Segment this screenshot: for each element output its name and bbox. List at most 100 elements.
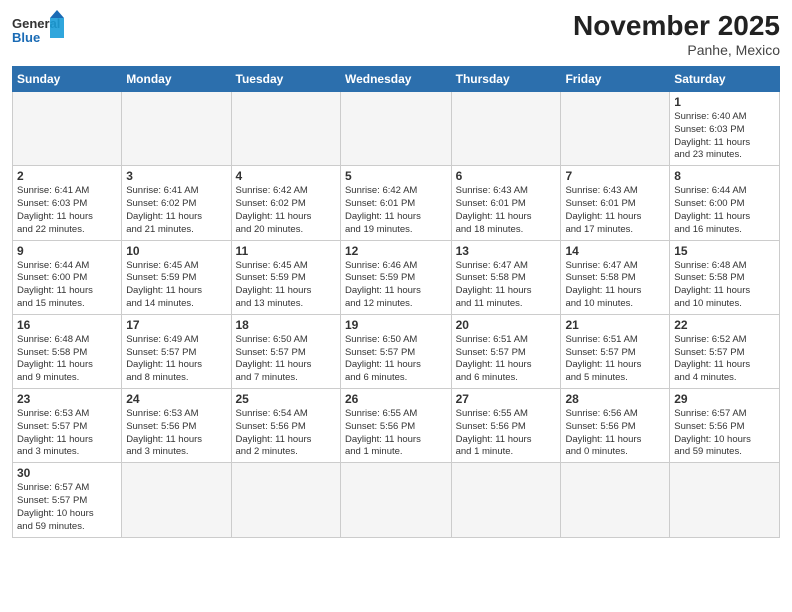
calendar-cell-w1-d5: 7 Sunrise: 6:43 AM Sunset: 6:01 PM Daylig… — [561, 166, 670, 240]
calendar-cell-w0-d1 — [122, 92, 231, 166]
day-number-26: 26 — [345, 392, 447, 406]
day-info-3: Sunrise: 6:41 AM Sunset: 6:02 PM Dayligh… — [126, 185, 226, 236]
day-number-6: 6 — [456, 169, 557, 183]
day-info-7: Sunrise: 6:43 AM Sunset: 6:01 PM Dayligh… — [565, 185, 665, 236]
day-info-12: Sunrise: 6:46 AM Sunset: 5:59 PM Dayligh… — [345, 260, 447, 311]
page: General Blue November 2025 Panhe, Mexico… — [0, 0, 792, 612]
calendar-cell-w1-d0: 2 Sunrise: 6:41 AM Sunset: 6:03 PM Daylig… — [13, 166, 122, 240]
day-info-23: Sunrise: 6:53 AM Sunset: 5:57 PM Dayligh… — [17, 408, 117, 459]
day-info-1: Sunrise: 6:40 AM Sunset: 6:03 PM Dayligh… — [674, 111, 775, 162]
day-info-17: Sunrise: 6:49 AM Sunset: 5:57 PM Dayligh… — [126, 334, 226, 385]
header-friday: Friday — [561, 67, 670, 92]
day-info-28: Sunrise: 6:56 AM Sunset: 5:56 PM Dayligh… — [565, 408, 665, 459]
day-number-14: 14 — [565, 244, 665, 258]
day-info-14: Sunrise: 6:47 AM Sunset: 5:58 PM Dayligh… — [565, 260, 665, 311]
day-number-16: 16 — [17, 318, 117, 332]
calendar-cell-w4-d0: 23 Sunrise: 6:53 AM Sunset: 5:57 PM Dayli… — [13, 389, 122, 463]
calendar-cell-w3-d2: 18 Sunrise: 6:50 AM Sunset: 5:57 PM Dayli… — [231, 314, 340, 388]
week-row-5: 30Sunrise: 6:57 AM Sunset: 5:57 PM Dayli… — [13, 463, 780, 537]
calendar-cell-w0-d5 — [561, 92, 670, 166]
day-number-11: 11 — [236, 244, 336, 258]
day-number-20: 20 — [456, 318, 557, 332]
calendar-cell-w5-d0: 30Sunrise: 6:57 AM Sunset: 5:57 PM Dayli… — [13, 463, 122, 537]
header-wednesday: Wednesday — [340, 67, 451, 92]
day-number-4: 4 — [236, 169, 336, 183]
day-info-16: Sunrise: 6:48 AM Sunset: 5:58 PM Dayligh… — [17, 334, 117, 385]
day-info-6: Sunrise: 6:43 AM Sunset: 6:01 PM Dayligh… — [456, 185, 557, 236]
calendar-cell-w0-d2 — [231, 92, 340, 166]
calendar-cell-w1-d3: 5Sunrise: 6:42 AM Sunset: 6:01 PM Daylig… — [340, 166, 451, 240]
day-info-18: Sunrise: 6:50 AM Sunset: 5:57 PM Dayligh… — [236, 334, 336, 385]
day-number-7: 7 — [565, 169, 665, 183]
calendar-cell-w5-d1 — [122, 463, 231, 537]
day-number-28: 28 — [565, 392, 665, 406]
header-sunday: Sunday — [13, 67, 122, 92]
day-info-26: Sunrise: 6:55 AM Sunset: 5:56 PM Dayligh… — [345, 408, 447, 459]
calendar-cell-w2-d4: 13Sunrise: 6:47 AM Sunset: 5:58 PM Dayli… — [451, 240, 561, 314]
day-info-20: Sunrise: 6:51 AM Sunset: 5:57 PM Dayligh… — [456, 334, 557, 385]
week-row-0: 1 Sunrise: 6:40 AM Sunset: 6:03 PM Daylig… — [13, 92, 780, 166]
day-info-27: Sunrise: 6:55 AM Sunset: 5:56 PM Dayligh… — [456, 408, 557, 459]
day-number-18: 18 — [236, 318, 336, 332]
header-thursday: Thursday — [451, 67, 561, 92]
day-number-1: 1 — [674, 95, 775, 109]
day-number-29: 29 — [674, 392, 775, 406]
calendar-cell-w4-d3: 26 Sunrise: 6:55 AM Sunset: 5:56 PM Dayli… — [340, 389, 451, 463]
calendar-cell-w1-d2: 4 Sunrise: 6:42 AM Sunset: 6:02 PM Daylig… — [231, 166, 340, 240]
logo-icon: General Blue — [12, 10, 64, 54]
weekday-header-row: Sunday Monday Tuesday Wednesday Thursday… — [13, 67, 780, 92]
calendar-cell-w1-d6: 8 Sunrise: 6:44 AM Sunset: 6:00 PM Daylig… — [670, 166, 780, 240]
day-number-9: 9 — [17, 244, 117, 258]
day-info-9: Sunrise: 6:44 AM Sunset: 6:00 PM Dayligh… — [17, 260, 117, 311]
day-info-4: Sunrise: 6:42 AM Sunset: 6:02 PM Dayligh… — [236, 185, 336, 236]
page-subtitle: Panhe, Mexico — [573, 42, 780, 58]
day-info-24: Sunrise: 6:53 AM Sunset: 5:56 PM Dayligh… — [126, 408, 226, 459]
calendar-cell-w2-d0: 9 Sunrise: 6:44 AM Sunset: 6:00 PM Daylig… — [13, 240, 122, 314]
calendar-cell-w2-d5: 14 Sunrise: 6:47 AM Sunset: 5:58 PM Dayli… — [561, 240, 670, 314]
title-block: November 2025 Panhe, Mexico — [573, 10, 780, 58]
day-info-13: Sunrise: 6:47 AM Sunset: 5:58 PM Dayligh… — [456, 260, 557, 311]
calendar-cell-w3-d5: 21 Sunrise: 6:51 AM Sunset: 5:57 PM Dayli… — [561, 314, 670, 388]
day-number-2: 2 — [17, 169, 117, 183]
week-row-1: 2 Sunrise: 6:41 AM Sunset: 6:03 PM Daylig… — [13, 166, 780, 240]
day-number-8: 8 — [674, 169, 775, 183]
day-number-10: 10 — [126, 244, 226, 258]
header-tuesday: Tuesday — [231, 67, 340, 92]
calendar-cell-w0-d6: 1 Sunrise: 6:40 AM Sunset: 6:03 PM Daylig… — [670, 92, 780, 166]
calendar-cell-w3-d6: 22 Sunrise: 6:52 AM Sunset: 5:57 PM Dayli… — [670, 314, 780, 388]
day-info-5: Sunrise: 6:42 AM Sunset: 6:01 PM Dayligh… — [345, 185, 447, 236]
calendar-cell-w2-d3: 12 Sunrise: 6:46 AM Sunset: 5:59 PM Dayli… — [340, 240, 451, 314]
day-info-22: Sunrise: 6:52 AM Sunset: 5:57 PM Dayligh… — [674, 334, 775, 385]
calendar-cell-w4-d4: 27 Sunrise: 6:55 AM Sunset: 5:56 PM Dayli… — [451, 389, 561, 463]
day-number-25: 25 — [236, 392, 336, 406]
calendar-cell-w1-d4: 6 Sunrise: 6:43 AM Sunset: 6:01 PM Daylig… — [451, 166, 561, 240]
calendar-cell-w5-d2 — [231, 463, 340, 537]
calendar-cell-w5-d3 — [340, 463, 451, 537]
calendar-cell-w2-d6: 15Sunrise: 6:48 AM Sunset: 5:58 PM Dayli… — [670, 240, 780, 314]
calendar-cell-w4-d1: 24Sunrise: 6:53 AM Sunset: 5:56 PM Dayli… — [122, 389, 231, 463]
day-info-21: Sunrise: 6:51 AM Sunset: 5:57 PM Dayligh… — [565, 334, 665, 385]
calendar-cell-w3-d0: 16 Sunrise: 6:48 AM Sunset: 5:58 PM Dayli… — [13, 314, 122, 388]
calendar-cell-w0-d3 — [340, 92, 451, 166]
calendar-cell-w5-d5 — [561, 463, 670, 537]
header-monday: Monday — [122, 67, 231, 92]
day-number-21: 21 — [565, 318, 665, 332]
day-number-22: 22 — [674, 318, 775, 332]
day-number-27: 27 — [456, 392, 557, 406]
day-number-3: 3 — [126, 169, 226, 183]
calendar-cell-w5-d6 — [670, 463, 780, 537]
calendar-cell-w4-d6: 29Sunrise: 6:57 AM Sunset: 5:56 PM Dayli… — [670, 389, 780, 463]
calendar-cell-w0-d4 — [451, 92, 561, 166]
day-number-23: 23 — [17, 392, 117, 406]
calendar-cell-w2-d1: 10Sunrise: 6:45 AM Sunset: 5:59 PM Dayli… — [122, 240, 231, 314]
day-number-30: 30 — [17, 466, 117, 480]
day-info-8: Sunrise: 6:44 AM Sunset: 6:00 PM Dayligh… — [674, 185, 775, 236]
day-number-12: 12 — [345, 244, 447, 258]
day-info-2: Sunrise: 6:41 AM Sunset: 6:03 PM Dayligh… — [17, 185, 117, 236]
day-number-17: 17 — [126, 318, 226, 332]
calendar-cell-w3-d1: 17 Sunrise: 6:49 AM Sunset: 5:57 PM Dayli… — [122, 314, 231, 388]
day-info-15: Sunrise: 6:48 AM Sunset: 5:58 PM Dayligh… — [674, 260, 775, 311]
header: General Blue November 2025 Panhe, Mexico — [12, 10, 780, 58]
calendar-cell-w4-d5: 28 Sunrise: 6:56 AM Sunset: 5:56 PM Dayli… — [561, 389, 670, 463]
calendar-cell-w3-d4: 20 Sunrise: 6:51 AM Sunset: 5:57 PM Dayli… — [451, 314, 561, 388]
